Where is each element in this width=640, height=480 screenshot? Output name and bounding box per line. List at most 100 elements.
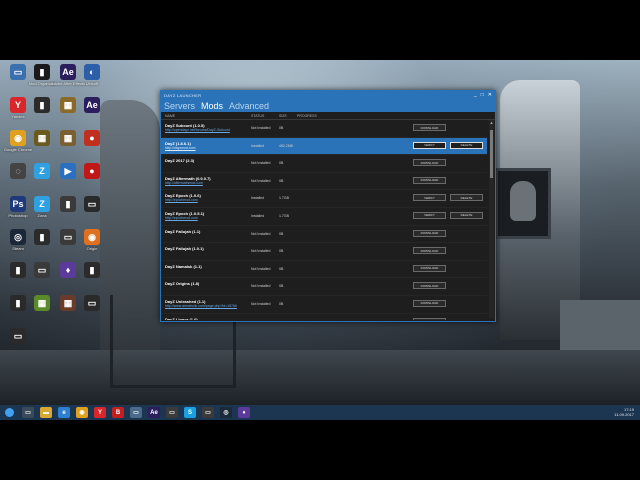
desktop-icon[interactable]: Ae (80, 97, 104, 114)
desktop-icon[interactable]: ▦ (30, 295, 54, 312)
taskbar: ▭ ▬ e ◉ Y B ▭ Ae ▭ S ▭ ◎ ♦ 17:19 11.09.2017 (0, 405, 640, 420)
mod-row[interactable]: DayZ Origins (1.8) Not Installed 0B DOWNLOA… (161, 278, 487, 296)
desktop-icon[interactable]: ◎ Steam (6, 229, 30, 251)
mod-link[interactable]: http://epochmod.com (165, 216, 198, 220)
desktop-icon[interactable]: ▦ (56, 97, 80, 114)
mod-row[interactable]: DayZ Lingor (1.0)Not Installed0BDOWNLOAD (161, 314, 487, 320)
desktop-icon[interactable]: ● (80, 163, 104, 180)
tab-mods[interactable]: Mods (201, 100, 223, 112)
chrome-icon[interactable]: ◉ (76, 407, 88, 418)
app-icon[interactable]: B (112, 407, 124, 418)
delete-button[interactable]: DELETE (450, 194, 483, 202)
photoshop-icon: Ps (10, 196, 26, 212)
column-status[interactable]: STATUS (251, 114, 279, 118)
download-button[interactable]: DOWNLOAD (413, 317, 446, 320)
download-button[interactable]: DOWNLOAD (413, 176, 446, 184)
column-name[interactable]: NAME (161, 114, 251, 118)
tab-advanced[interactable]: Advanced (229, 100, 269, 112)
verify-button[interactable]: VERIFY (413, 211, 446, 219)
desktop-icon[interactable]: ▦ (56, 295, 80, 312)
mod-row[interactable]: DayZ 2017 (2.3) Not Installed 0B DOWNLOAD (161, 155, 487, 173)
desktop-icon[interactable]: ◉ Google Chrome (4, 130, 32, 152)
mod-size: 0B (279, 301, 284, 306)
desktop-icon[interactable]: ◌ (6, 163, 30, 180)
verify-button[interactable]: VERIFY (413, 194, 446, 202)
mod-row[interactable]: DayZ Unleashed (1.1) http://www.armaholic… (161, 296, 487, 314)
mod-link[interactable]: http://www.armaholic.com/page.php?id=187… (165, 304, 237, 308)
steam-icon[interactable]: ◎ (220, 407, 232, 418)
app-icon: ▦ (34, 295, 50, 311)
scrollbar-thumb[interactable] (490, 130, 493, 178)
desktop-icon[interactable]: ◐ Ubisoft (80, 64, 104, 86)
app-icon[interactable]: ♦ (238, 407, 250, 418)
desktop-icon[interactable]: ▮ (56, 196, 80, 213)
download-button[interactable]: DOWNLOAD (413, 264, 446, 272)
desktop-icon[interactable]: ▮ (6, 262, 30, 279)
desktop-icon[interactable]: ▭ (80, 196, 104, 213)
mod-row[interactable]: DayZ Fallujah (1.1) Not Installed 0B DOWNLO… (161, 226, 487, 244)
desktop-icon[interactable]: ▦ (56, 130, 80, 147)
mod-link[interactable]: http://epochmod.com (165, 198, 198, 202)
mod-row[interactable]: DayZ Epoch (1.0.5.1) http://epochmod.com I… (161, 208, 487, 226)
mod-row[interactable]: DayZ Subcont (1.0.5) http://opendayz.net/… (161, 120, 487, 138)
mod-row[interactable]: DayZ (1.8.6.1) http://dayzmod.com Installe… (161, 137, 487, 156)
mod-row[interactable]: DayZ Namalsk (1.1) Not Installed 0B DOWNLOA… (161, 261, 487, 279)
file-explorer-icon[interactable]: ▬ (40, 407, 52, 418)
download-button[interactable]: DOWNLOAD (413, 124, 446, 131)
mod-link[interactable]: http://aftermathmod.com (165, 181, 203, 185)
system-tray[interactable]: 17:19 11.09.2017 (614, 407, 634, 417)
maximize-button[interactable]: □ (481, 92, 484, 98)
mod-link[interactable]: http://dayzmod.com (165, 146, 196, 150)
desktop-icon[interactable]: ▶ (56, 163, 80, 180)
yandex-icon[interactable]: Y (94, 407, 106, 418)
download-button[interactable]: DOWNLOAD (413, 299, 446, 307)
download-button[interactable]: DOWNLOAD (413, 159, 446, 167)
task-view-icon[interactable]: ▭ (22, 407, 34, 418)
download-button[interactable]: DOWNLOAD (413, 282, 446, 290)
desktop-icon[interactable]: ▭ (80, 295, 104, 312)
desktop-icon[interactable]: ▮ (80, 262, 104, 279)
desktop-icon[interactable]: ▮ (30, 229, 54, 246)
verify-button[interactable]: VERIFY (413, 141, 446, 149)
column-size[interactable]: SIZE (279, 114, 297, 118)
desktop-icon[interactable]: Ps Photoshop (6, 196, 30, 218)
scrollbar[interactable]: ▲ (489, 120, 494, 318)
desktop-icon[interactable]: ♦ (56, 262, 80, 279)
desktop-icon[interactable]: ▭ (56, 229, 80, 246)
window-titlebar[interactable]: DAYZ LAUNCHER _ □ ✕ (161, 91, 495, 99)
desktop-icon[interactable]: ▮ (30, 97, 54, 114)
scroll-up-icon[interactable]: ▲ (489, 120, 494, 125)
app-icon[interactable]: ▭ (202, 407, 214, 418)
download-button[interactable]: DOWNLOAD (413, 247, 446, 255)
desktop-icon[interactable]: ▭ (30, 262, 54, 279)
app-icon: ▦ (60, 130, 76, 146)
tab-servers[interactable]: Servers (164, 100, 195, 112)
desktop-icon[interactable]: Z Zona (30, 196, 54, 218)
after-effects-icon[interactable]: Ae (148, 407, 160, 418)
desktop-icon[interactable]: ▭ (6, 328, 30, 345)
mod-row[interactable]: DayZ Epoch (1.0.6) http://epochmod.com Ins… (161, 190, 487, 208)
delete-button[interactable]: DELETE (450, 141, 483, 149)
desktop-icon[interactable]: Y Yandex (6, 97, 30, 119)
column-progress[interactable]: PROGRESS (297, 114, 337, 118)
delete-button[interactable]: DELETE (450, 211, 483, 219)
skype-icon[interactable]: S (184, 407, 196, 418)
mod-row[interactable]: DayZ Aftermath (0.9.0.7) http://aftermath… (161, 173, 487, 191)
close-button[interactable]: ✕ (488, 92, 492, 98)
mod-link[interactable]: http://opendayz.net/forums/DayZ-Subcont (165, 128, 230, 132)
desktop-icon[interactable]: ▭ (6, 64, 30, 81)
desktop-icon[interactable]: ◉ Origin (80, 229, 104, 251)
app-icon[interactable]: ▭ (130, 407, 142, 418)
edge-icon[interactable]: e (58, 407, 70, 418)
mod-row[interactable]: DayZ Fallujah (1.0.1) Not Installed 0B DOWN… (161, 243, 487, 261)
app-icon: ▮ (60, 196, 76, 212)
desktop-icon[interactable]: ▮ (6, 295, 30, 312)
app-icon[interactable]: ▭ (166, 407, 178, 418)
desktop-icon[interactable]: ● (80, 130, 104, 147)
desktop-icon[interactable]: Z (30, 163, 54, 180)
minimize-button[interactable]: _ (474, 92, 477, 98)
desktop-icon[interactable]: Ae Adobe After Effects (51, 64, 85, 86)
desktop-icon[interactable]: ▦ (30, 130, 54, 147)
download-button[interactable]: DOWNLOAD (413, 229, 446, 237)
start-button[interactable] (2, 406, 16, 420)
